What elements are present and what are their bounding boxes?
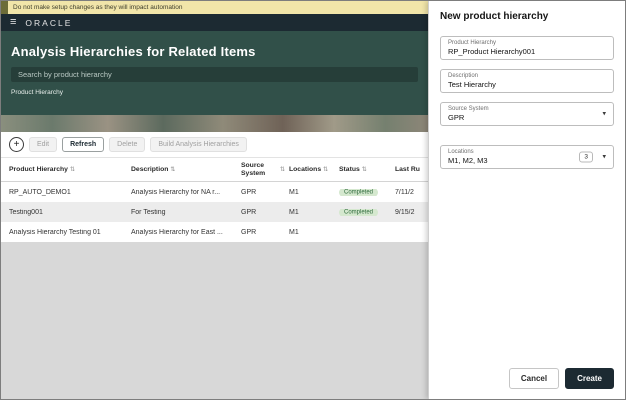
page-title: Analysis Hierarchies for Related Items [11,44,256,59]
field-value: Test Hierarchy [448,80,496,89]
delete-button[interactable]: Delete [109,137,146,152]
cell-source-system: GPR [241,228,257,236]
cell-status: Completed [339,188,395,196]
cell-status: Completed [339,208,395,216]
search-input[interactable] [11,67,418,82]
cell-description: Analysis Hierarchy for NA r... [131,188,221,196]
chevron-down-icon[interactable] [602,111,606,118]
new-product-hierarchy-panel: New product hierarchy Product Hierarchy … [428,1,625,399]
cell-product-hierarchy: RP_AUTO_DEMO1 [9,188,71,196]
table-header-row: Product Hierarchy Description Source Sys… [1,158,428,182]
cancel-button[interactable]: Cancel [508,368,560,389]
cell-locations: M1 [289,228,299,236]
product-hierarchy-field[interactable]: Product Hierarchy RP_Product Hierarchy00… [440,36,614,60]
table-row[interactable]: RP_AUTO_DEMO1 Analysis Hierarchy for NA … [1,182,428,202]
sort-icon[interactable] [280,166,285,173]
menu-icon[interactable] [10,17,16,28]
panel-title: New product hierarchy [440,11,549,22]
cell-product-hierarchy: Analysis Hierarchy Testing 01 [9,228,101,236]
sort-icon[interactable] [323,166,328,173]
cell-last-run: 7/11/2 [395,188,414,196]
add-button[interactable] [9,137,24,152]
cell-locations: M1 [289,208,299,216]
field-value: GPR [448,113,465,122]
create-button[interactable]: Create [565,368,614,389]
banner-text: Do not make setup changes as they will i… [13,4,183,11]
cell-locations: M1 [289,188,299,196]
cell-description: Analysis Hierarchy for East ... [131,228,223,236]
field-label: Product Hierarchy [448,40,497,46]
column-header-product-hierarchy[interactable]: Product Hierarchy [9,166,131,173]
sort-icon[interactable] [362,166,367,173]
cell-last-run: 9/15/2 [395,208,415,216]
field-value: RP_Product Hierarchy001 [448,47,536,56]
filter-chip-label: Product Hierarchy [11,89,64,96]
page-header: Analysis Hierarchies for Related Items P… [1,31,428,132]
sort-icon[interactable] [170,166,175,173]
sort-icon[interactable] [70,166,75,173]
refresh-button[interactable]: Refresh [62,137,105,152]
banner-accent-icon [1,1,8,14]
field-label: Source System [448,106,489,112]
locations-count-badge: 3 [579,151,593,163]
source-system-select[interactable]: Source System GPR [440,102,614,126]
cell-source-system: GPR [241,188,257,196]
panel-footer: Cancel Create [440,368,614,389]
cell-source-system: GPR [241,208,257,216]
table-row[interactable]: Testing001 For Testing GPR M1 Completed … [1,202,428,222]
column-header-source-system[interactable]: Source System [241,162,289,178]
main-area: Do not make setup changes as they will i… [1,1,428,399]
hero-background-image [1,115,428,132]
cell-product-hierarchy: Testing001 [9,208,43,216]
field-label: Description [448,73,479,79]
table-toolbar: Edit Refresh Delete Build Analysis Hiera… [1,132,428,158]
description-field[interactable]: Description Test Hierarchy [440,69,614,93]
locations-select[interactable]: Locations M1, M2, M3 3 [440,145,614,169]
app-window: Do not make setup changes as they will i… [0,0,626,400]
column-header-locations[interactable]: Locations [289,166,339,173]
build-analysis-hierarchies-button[interactable]: Build Analysis Hierarchies [150,137,247,152]
status-badge: Completed [339,188,379,196]
filter-chip-product-hierarchy[interactable]: Product Hierarchy [11,89,63,96]
top-navbar: ORACLE [1,14,428,31]
chevron-down-icon[interactable] [602,154,606,161]
cell-description: For Testing [131,208,166,216]
edit-button[interactable]: Edit [29,137,58,152]
oracle-logo: ORACLE [25,17,73,28]
column-header-status[interactable]: Status [339,166,395,173]
column-header-last-run[interactable]: Last Ru [395,166,420,173]
column-header-description[interactable]: Description [131,166,241,173]
status-badge: Completed [339,208,379,216]
table-row[interactable]: Analysis Hierarchy Testing 01 Analysis H… [1,222,428,242]
warning-banner: Do not make setup changes as they will i… [1,1,428,14]
